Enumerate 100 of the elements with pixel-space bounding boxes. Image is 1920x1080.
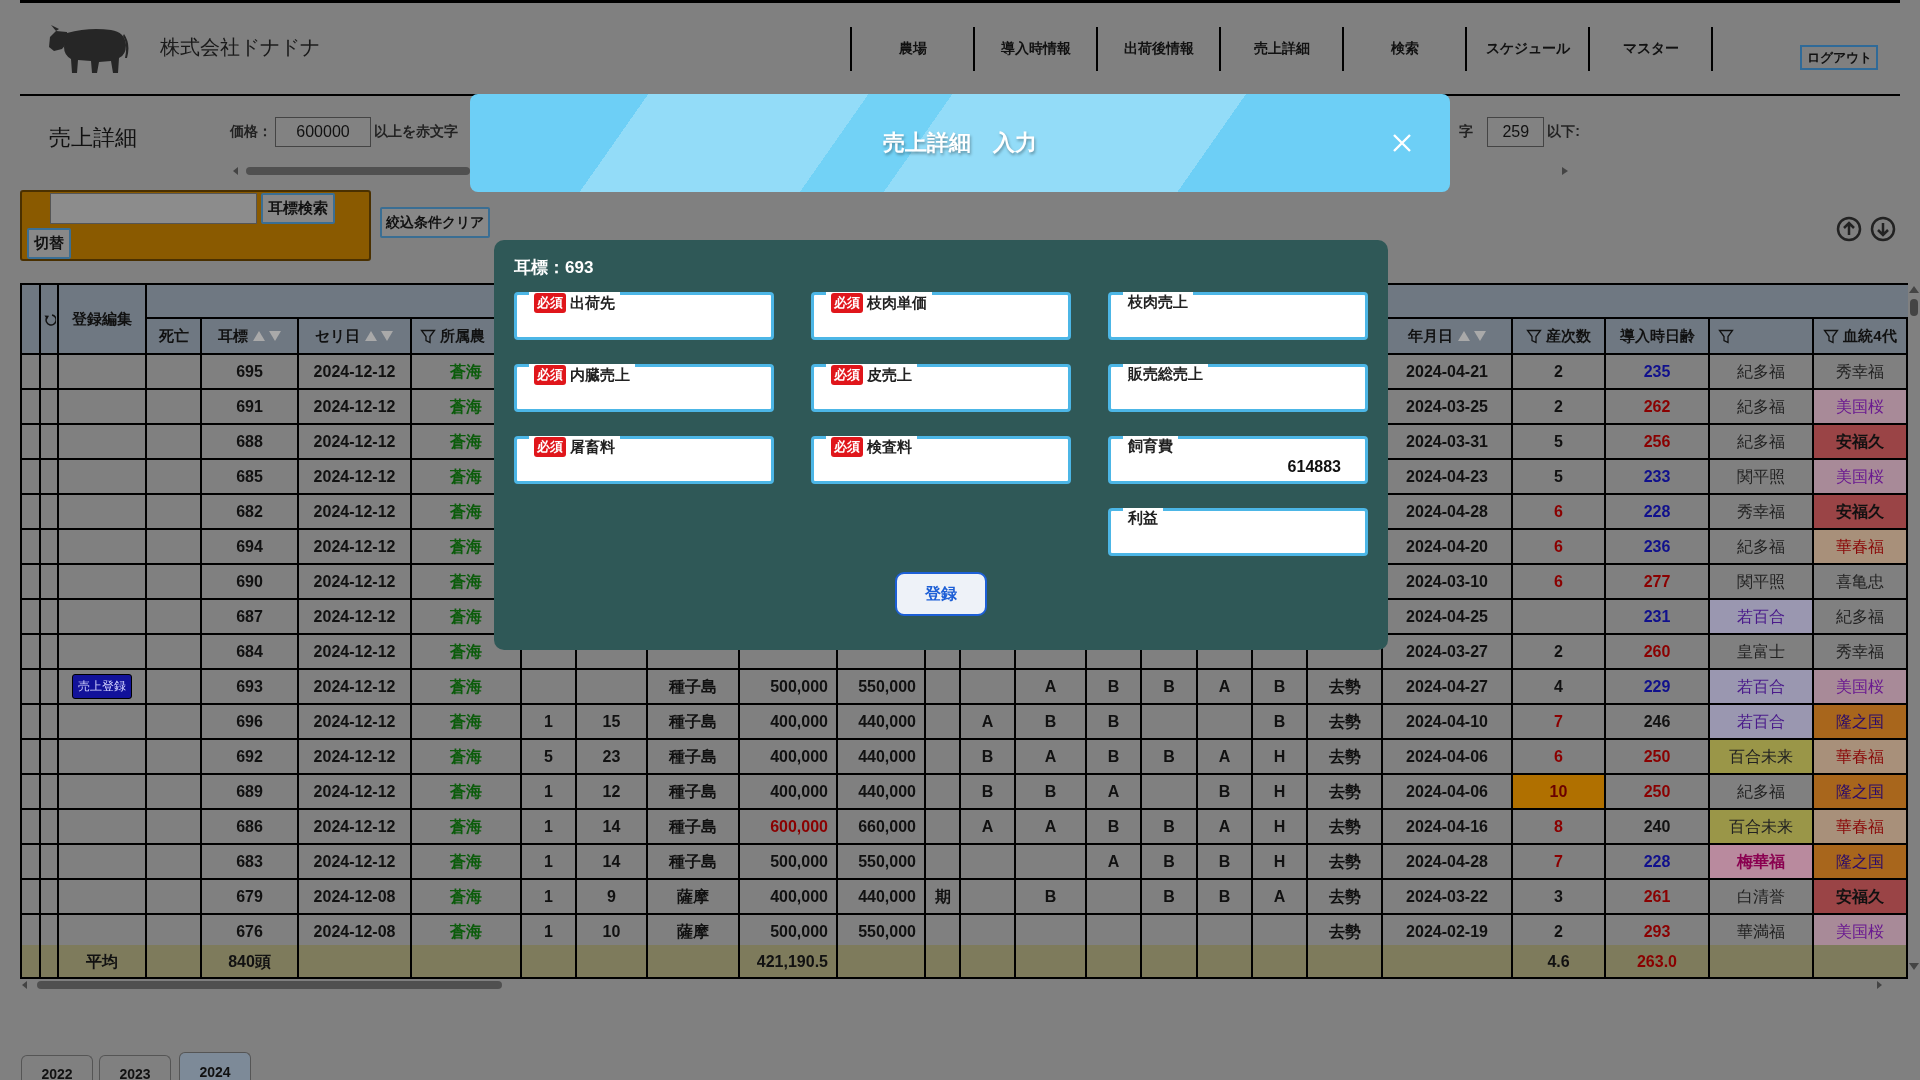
cell-text: 若百合	[1737, 608, 1785, 625]
cell-text: 240	[1643, 818, 1671, 835]
sort-icon[interactable]	[1456, 329, 1487, 343]
cell-text: 236	[1643, 538, 1671, 555]
clear-filters-button[interactable]: 絞込条件クリア	[380, 207, 490, 238]
cell-text: 蒼海	[450, 503, 482, 520]
cell-text: 百合未来	[1729, 748, 1793, 765]
year-tab[interactable]: 2022	[21, 1055, 93, 1080]
cell-text: 676	[236, 923, 263, 940]
cell-text: 2024-12-12	[313, 818, 396, 835]
cell-text: 蒼海	[450, 783, 482, 800]
filter-icon[interactable]	[1718, 328, 1734, 344]
field-label: 屠畜料	[570, 437, 615, 457]
input-field[interactable]: 飼育費 614883	[1108, 436, 1368, 484]
cell-text: B	[1107, 818, 1120, 835]
horizontal-scrollbar[interactable]	[232, 166, 470, 176]
cell-text: 華春福	[1836, 748, 1884, 765]
input-field[interactable]: 必須 皮売上	[811, 364, 1071, 412]
column-label: 耳標	[217, 326, 248, 346]
field-label: 飼育費	[1128, 437, 1173, 456]
input-field[interactable]: 必須 屠畜料	[514, 436, 774, 484]
filter-text: 以下:	[1547, 123, 1580, 141]
cell-text: 紀多福	[1836, 608, 1884, 625]
toggle-button[interactable]: 切替	[27, 228, 71, 259]
nav-link[interactable]: マスター	[1588, 27, 1713, 71]
cell-text: B	[1044, 783, 1057, 800]
cell-text: 5	[1554, 468, 1563, 485]
input-field[interactable]: 販売総売上	[1108, 364, 1368, 412]
cell-text: 種子島	[669, 818, 717, 835]
cell-text: 1	[544, 818, 553, 835]
cell-text: 喜亀忠	[1836, 573, 1884, 590]
year-tab[interactable]: 2023	[99, 1055, 171, 1080]
sales-register-button[interactable]: 売上登録	[72, 674, 132, 699]
input-field[interactable]: 必須 内臓売上	[514, 364, 774, 412]
sort-icon[interactable]	[251, 329, 282, 343]
field-label: 利益	[1128, 509, 1158, 528]
nav-link[interactable]: 売上詳細	[1219, 27, 1342, 71]
cell-text: 1	[544, 888, 553, 905]
field-label: 販売総売上	[1128, 365, 1203, 384]
cell-text: A	[1218, 818, 1231, 835]
cell-text: 2024-12-08	[313, 888, 396, 905]
cell-text: B	[1273, 713, 1286, 730]
cell-text: 蒼海	[450, 748, 482, 765]
cell-text: 薩摩	[677, 923, 709, 940]
nav-link[interactable]: 農場	[850, 27, 973, 71]
cell-text: 2024-03-27	[1406, 643, 1488, 660]
cell-text: A	[981, 713, 994, 730]
nav-link[interactable]: スケジュール	[1465, 27, 1588, 71]
cell-text: 2024-04-20	[1406, 538, 1488, 555]
cell-text: 2024-12-12	[313, 608, 396, 625]
nav-link[interactable]: 出荷後情報	[1096, 27, 1219, 71]
input-field[interactable]: 必須 出荷先	[514, 292, 774, 340]
ear-tag-search-button[interactable]: 耳標検索	[261, 193, 335, 224]
register-button[interactable]: 登録	[895, 572, 987, 616]
input-field[interactable]: 利益	[1108, 508, 1368, 556]
age-field[interactable]: 259	[1487, 117, 1545, 147]
cell-text: 2024-12-12	[313, 503, 396, 520]
cell-text: 2024-12-12	[313, 643, 396, 660]
filter-icon[interactable]	[420, 328, 436, 344]
input-field[interactable]: 必須 枝肉単価	[811, 292, 1071, 340]
cell-text: A	[1218, 748, 1231, 765]
refresh-icon[interactable]	[42, 312, 56, 326]
column-label: 年月日	[1407, 326, 1453, 346]
cell-text: A	[1107, 783, 1120, 800]
input-field[interactable]: 必須 検査料	[811, 436, 1071, 484]
input-field[interactable]: 枝肉売上	[1108, 292, 1368, 340]
column-label: 所属農	[440, 326, 485, 346]
year-tab[interactable]: 2024	[179, 1052, 251, 1080]
column-label: 登録編集	[72, 309, 132, 329]
cell-text: 秀幸福	[1836, 643, 1884, 660]
cell-text: B	[1044, 713, 1057, 730]
close-icon[interactable]	[1392, 133, 1412, 153]
logout-button[interactable]: ログアウト	[1800, 45, 1878, 70]
filter-icon[interactable]	[1823, 328, 1840, 344]
cell-text: 4	[1554, 678, 1563, 695]
cell-text: B	[1273, 678, 1286, 695]
cell-text: 2024-12-12	[313, 783, 396, 800]
cell-text: 関平照	[1737, 468, 1785, 485]
cell-text: 2	[1554, 363, 1563, 380]
nav-link[interactable]: 検索	[1342, 27, 1465, 71]
scroll-right-icon[interactable]	[1561, 166, 1569, 176]
price-field[interactable]: 600000	[275, 117, 371, 147]
cell-text: 2	[1554, 398, 1563, 415]
cell-text: 679	[236, 888, 263, 905]
filter-icon[interactable]	[1526, 328, 1542, 344]
company-name: 株式会社ドナドナ	[160, 35, 320, 60]
cell-text: 440,000	[858, 713, 916, 730]
sort-icon[interactable]	[364, 329, 394, 343]
cell-text: A	[1273, 888, 1286, 905]
cell-text: 2024-12-12	[313, 748, 396, 765]
nav-link[interactable]: 導入時情報	[973, 27, 1096, 71]
scroll-down-icon[interactable]	[1870, 216, 1896, 242]
scroll-up-icon[interactable]	[1836, 216, 1862, 242]
cell-text: 687	[236, 608, 263, 625]
cell-text: 691	[236, 398, 263, 415]
cell-text: 692	[236, 748, 263, 765]
cell-text: H	[1273, 853, 1286, 870]
ear-tag-field[interactable]	[50, 193, 257, 224]
cell-text: 600,000	[770, 818, 828, 835]
cell-text: 蒼海	[450, 433, 482, 450]
